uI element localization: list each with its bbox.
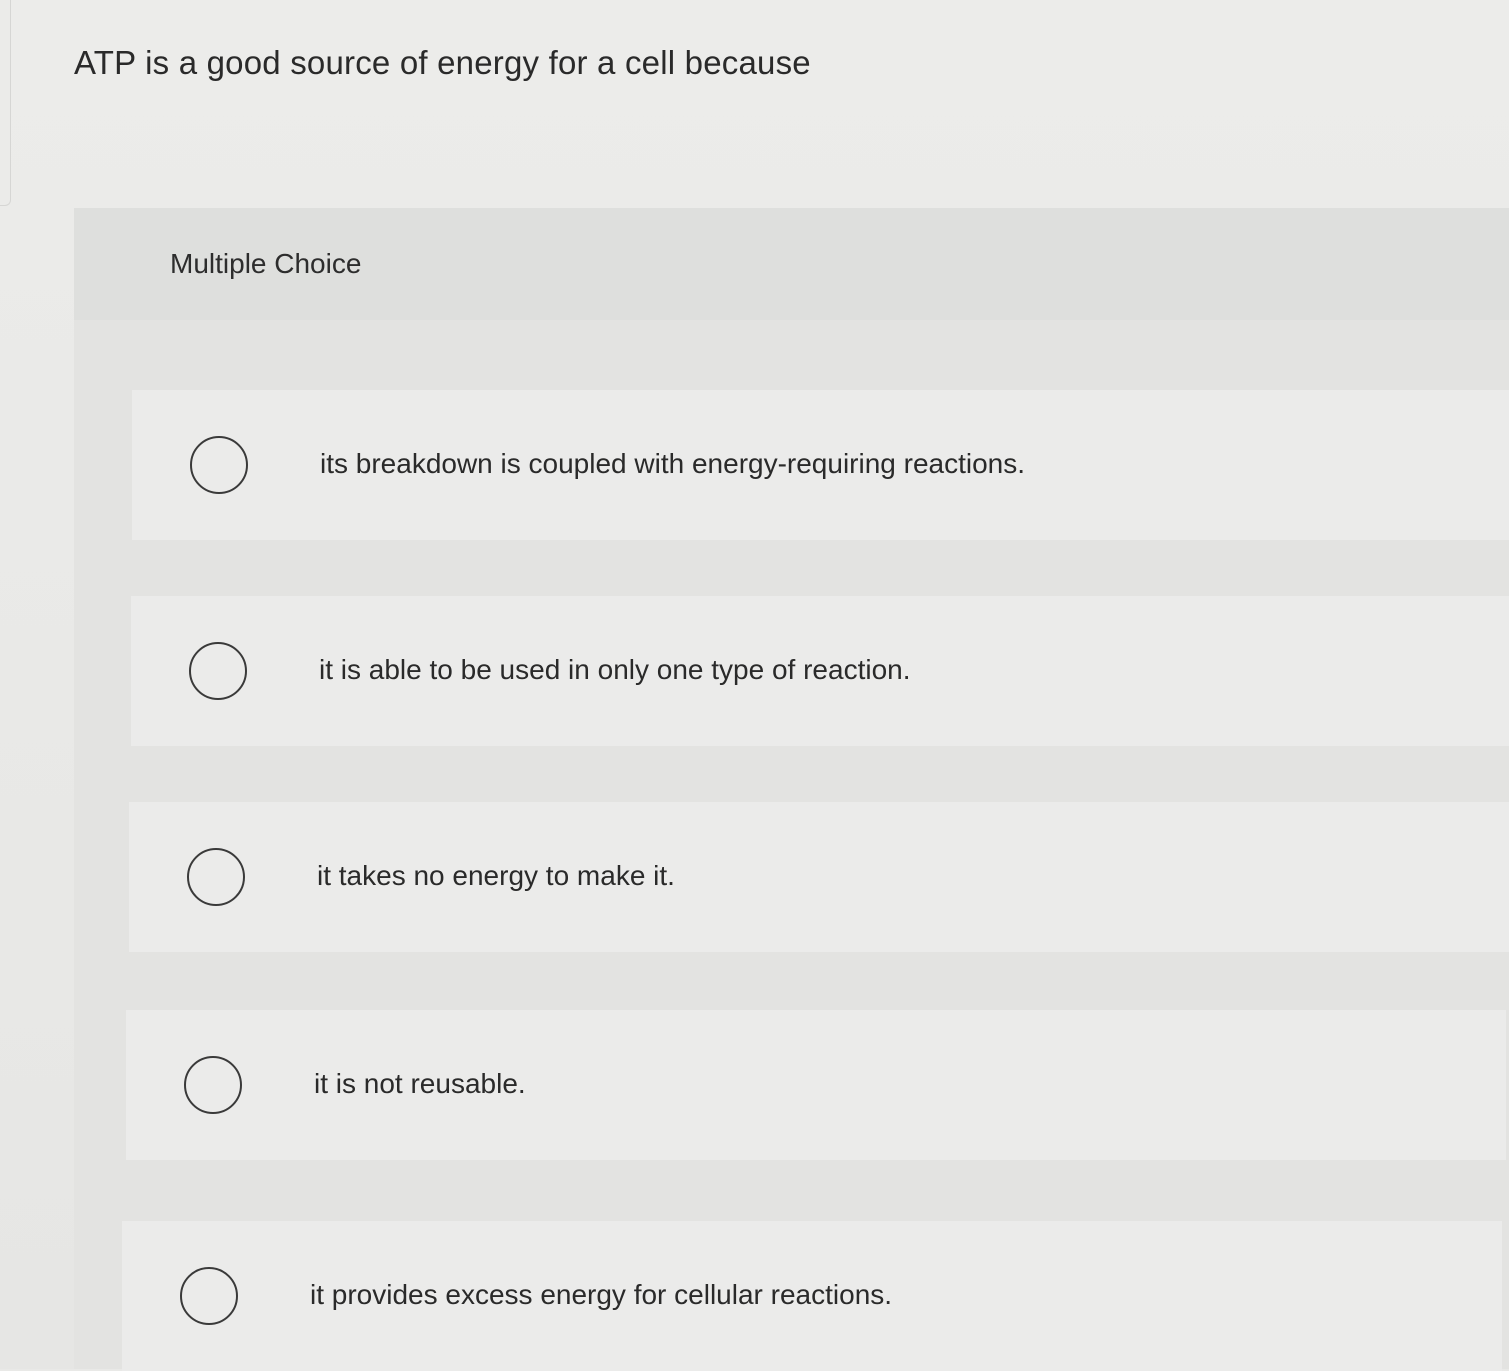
option-label: it is not reusable.	[314, 1068, 526, 1099]
option-4[interactable]: it is not reusable.	[126, 1010, 1506, 1160]
multiple-choice-panel: Multiple Choice its breakdown is coupled…	[74, 208, 1509, 1371]
option-label: it takes no energy to make it.	[317, 860, 675, 891]
radio-button-icon[interactable]	[180, 1267, 238, 1325]
option-label: it is able to be used in only one type o…	[319, 654, 911, 685]
option-label: its breakdown is coupled with energy-req…	[320, 448, 1026, 479]
option-2[interactable]: it is able to be used in only one type o…	[131, 596, 1509, 746]
radio-button-icon[interactable]	[184, 1056, 242, 1114]
option-5[interactable]: it provides excess energy for cellular r…	[122, 1221, 1502, 1371]
radio-button-icon[interactable]	[189, 642, 247, 700]
radio-button-icon[interactable]	[190, 436, 248, 494]
quiz-page: ATP is a good source of energy for a cel…	[0, 0, 1509, 1371]
left-panel-edge	[0, 0, 11, 206]
option-3[interactable]: it takes no energy to make it.	[129, 802, 1509, 952]
options-list: its breakdown is coupled with energy-req…	[74, 208, 1509, 1371]
question-text: ATP is a good source of energy for a cel…	[74, 44, 811, 81]
radio-button-icon[interactable]	[187, 848, 245, 906]
option-label: it provides excess energy for cellular r…	[310, 1279, 893, 1310]
option-1[interactable]: its breakdown is coupled with energy-req…	[132, 390, 1509, 540]
